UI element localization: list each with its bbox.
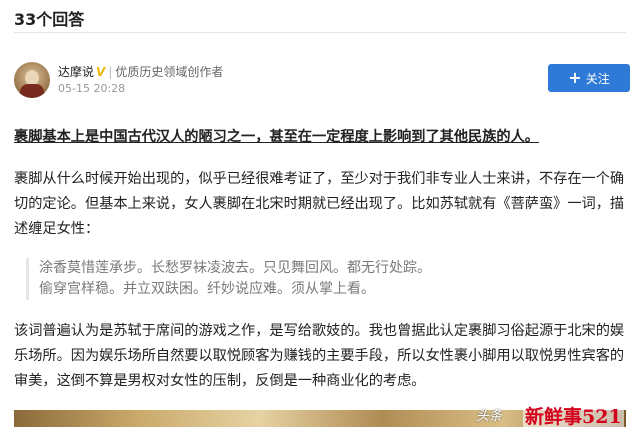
follow-button[interactable]: + 关注 bbox=[548, 64, 630, 92]
author-line: 达摩说 V | 优质历史领域创作者 bbox=[58, 63, 223, 80]
avatar-body bbox=[20, 84, 44, 98]
post-date: 05-15 20:28 bbox=[58, 82, 126, 95]
answer-count-heading: 33个回答 bbox=[14, 10, 85, 29]
verified-badge-icon: V bbox=[96, 65, 106, 79]
follow-label: 关注 bbox=[585, 71, 610, 86]
poem-quote: 涂香莫惜莲承步。长愁罗袜凌波去。只见舞回风。都无行处踪。 偷穿宫样稳。并立双趺困… bbox=[26, 258, 619, 300]
author-name[interactable]: 达摩说 bbox=[58, 65, 94, 79]
article-paragraph-2: 裹脚从什么时候开始出现的，似乎已经很难考证了，至少对于我们非专业人士来讲，不存在… bbox=[14, 171, 625, 237]
brand-watermark: 新鲜事521 bbox=[523, 402, 624, 429]
plus-icon: + bbox=[568, 68, 582, 87]
author-avatar[interactable] bbox=[14, 62, 50, 98]
author-separator: | bbox=[108, 65, 113, 79]
header-divider bbox=[14, 32, 626, 33]
article-paragraph-3: 该词普遍认为是苏轼于席间的游戏之作，是写给歌妓的。我也曾据此认定裹脚习俗起源于北… bbox=[14, 323, 625, 389]
article-lead-paragraph: 裹脚基本上是中国古代汉人的陋习之一，甚至在一定程度上影响到了其他民族的人。 bbox=[14, 129, 539, 145]
author-title: 优质历史领域创作者 bbox=[115, 65, 224, 79]
poem-line-2: 偷穿宫样稳。并立双趺困。纤妙说应难。须从掌上看。 bbox=[39, 281, 375, 297]
source-watermark: 头条 bbox=[476, 409, 503, 424]
poem-line-1: 涂香莫惜莲承步。长愁罗袜凌波去。只见舞回风。都无行处踪。 bbox=[39, 260, 431, 276]
